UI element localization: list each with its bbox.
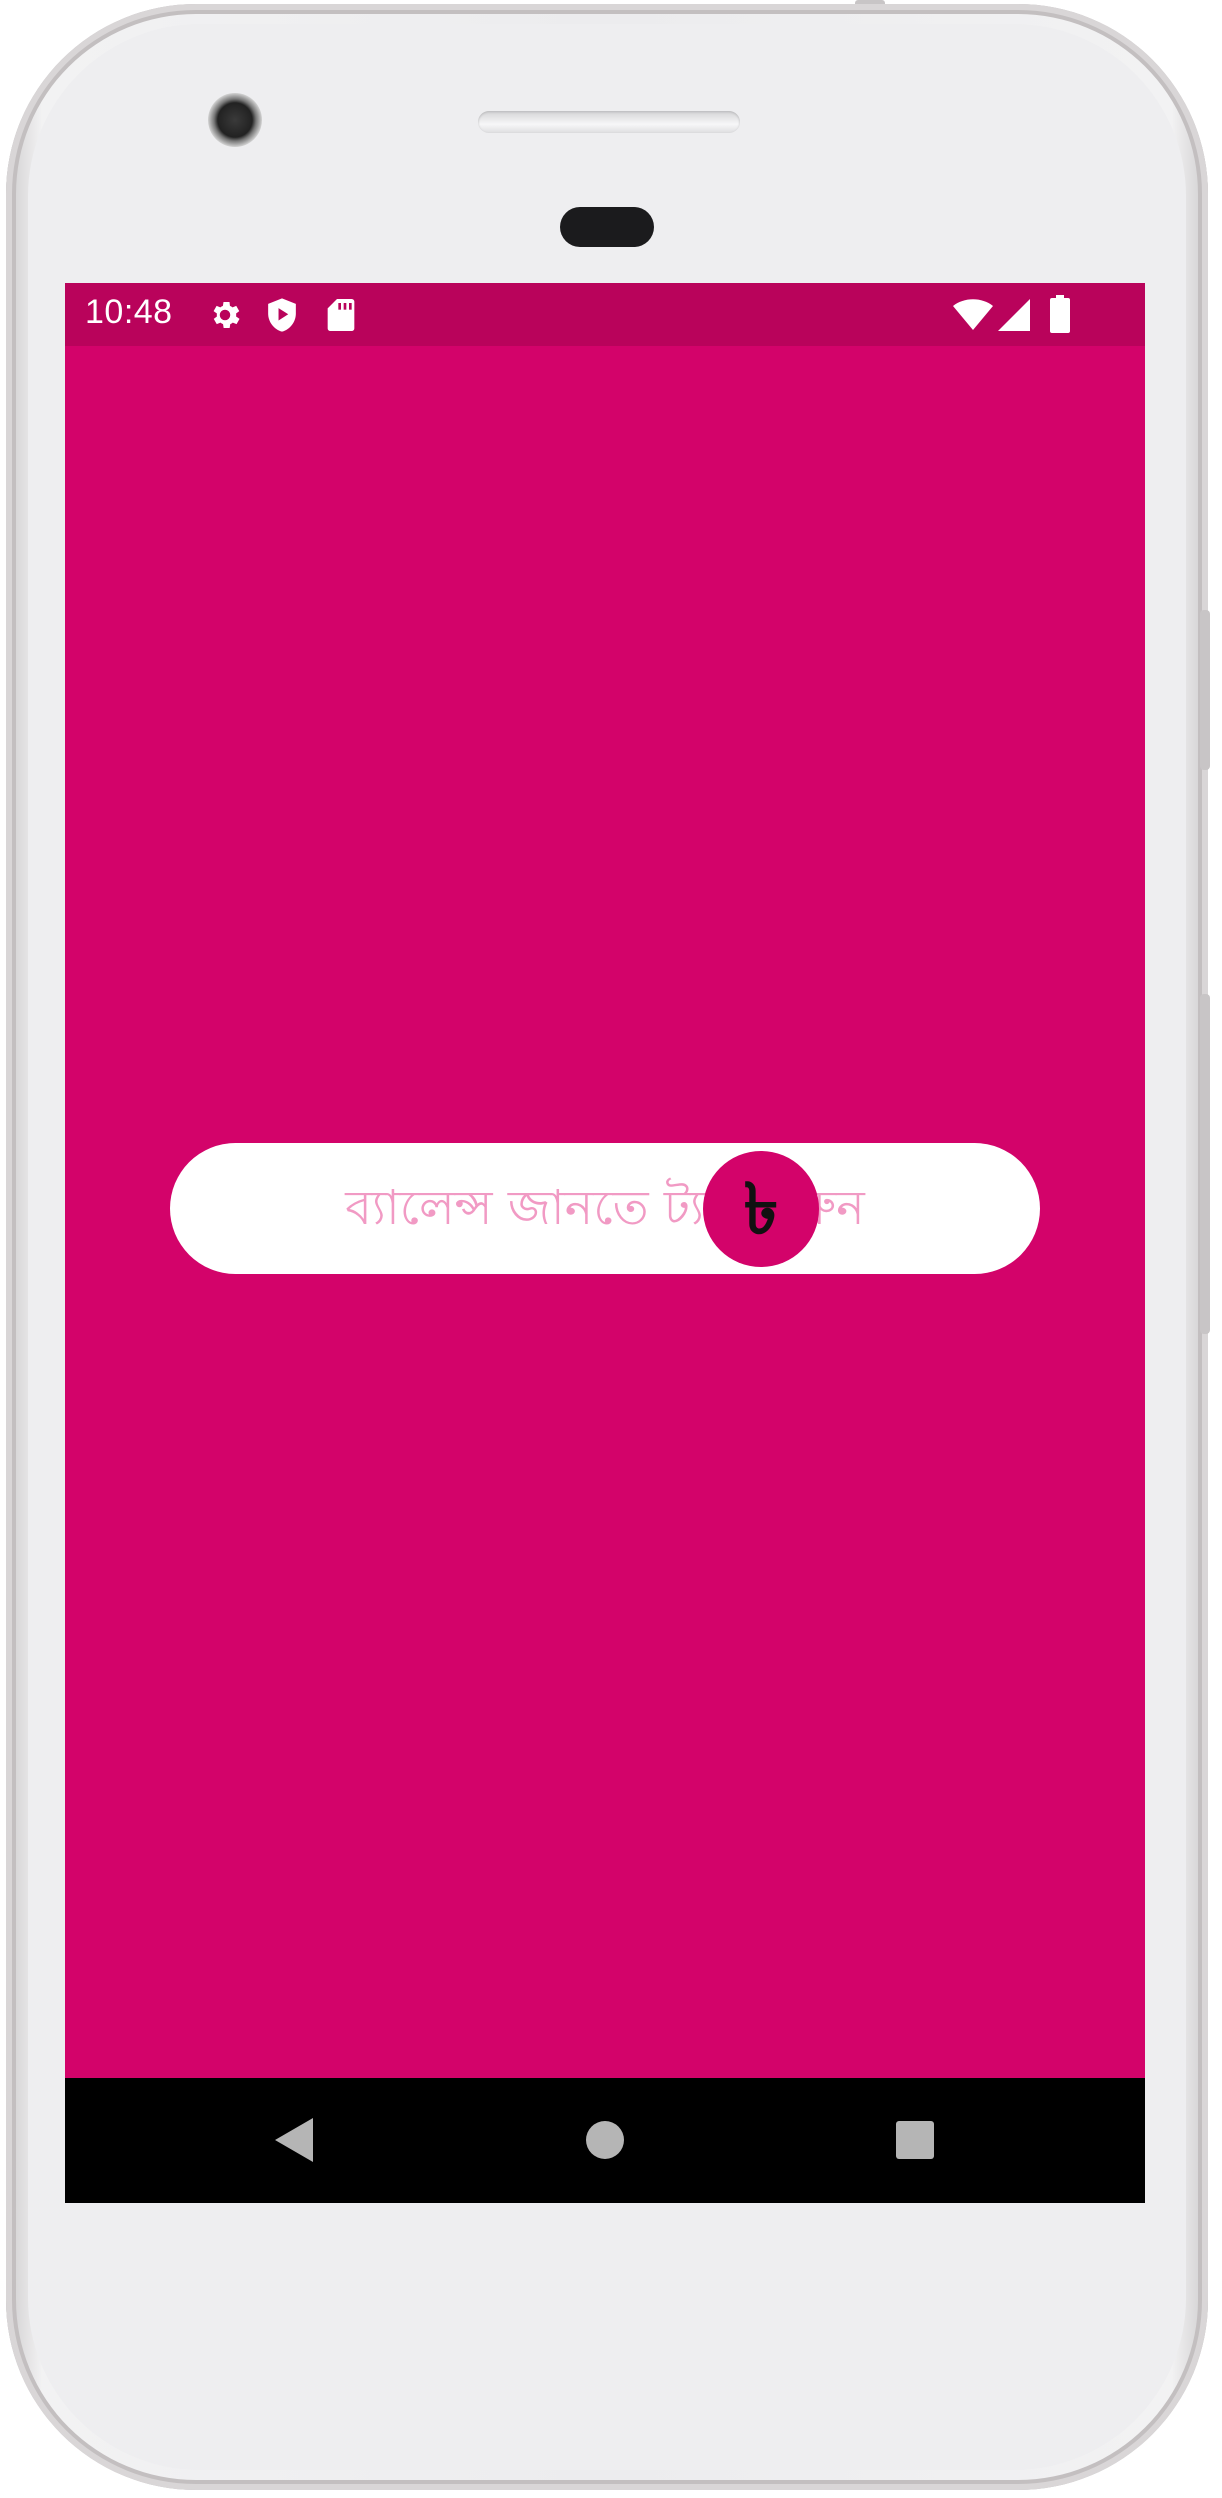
home-icon: [586, 2121, 624, 2159]
power-button: [1200, 994, 1210, 1334]
gear-icon: [213, 301, 240, 329]
earpiece: [560, 207, 654, 247]
recents-icon: [896, 2121, 934, 2159]
back-button[interactable]: [235, 2078, 355, 2203]
status-time: 10:48: [85, 293, 173, 331]
volume-button: [1200, 610, 1210, 770]
sd-card-icon: [327, 299, 355, 331]
recents-button[interactable]: [855, 2078, 975, 2203]
signal-icon: [998, 299, 1030, 331]
back-icon: [275, 2118, 313, 2162]
navigation-bar: [65, 2078, 1145, 2203]
status-bar: 10:48: [65, 283, 1145, 346]
battery-icon: [1050, 295, 1070, 333]
main-content: ব্যালেন্স জানতে ট্যাপ করুন ৳: [65, 346, 1145, 2078]
speaker-grille: [478, 111, 740, 133]
device-mockup: 10:48 ব্যালেন্স জানতে ট্যাপ করুন ৳: [0, 0, 1222, 2498]
shield-play-icon: [268, 298, 296, 332]
front-camera: [208, 93, 262, 147]
balance-label: ব্যালেন্স জানতে ট্যাপ করুন: [345, 1180, 865, 1236]
check-balance-button[interactable]: ব্যালেন্স জানতে ট্যাপ করুন ৳: [170, 1143, 1040, 1274]
app-screen: 10:48 ব্যালেন্স জানতে ট্যাপ করুন ৳: [65, 283, 1145, 2203]
home-button[interactable]: [545, 2078, 665, 2203]
wifi-icon: [953, 299, 993, 330]
taka-icon: ৳: [703, 1151, 819, 1267]
